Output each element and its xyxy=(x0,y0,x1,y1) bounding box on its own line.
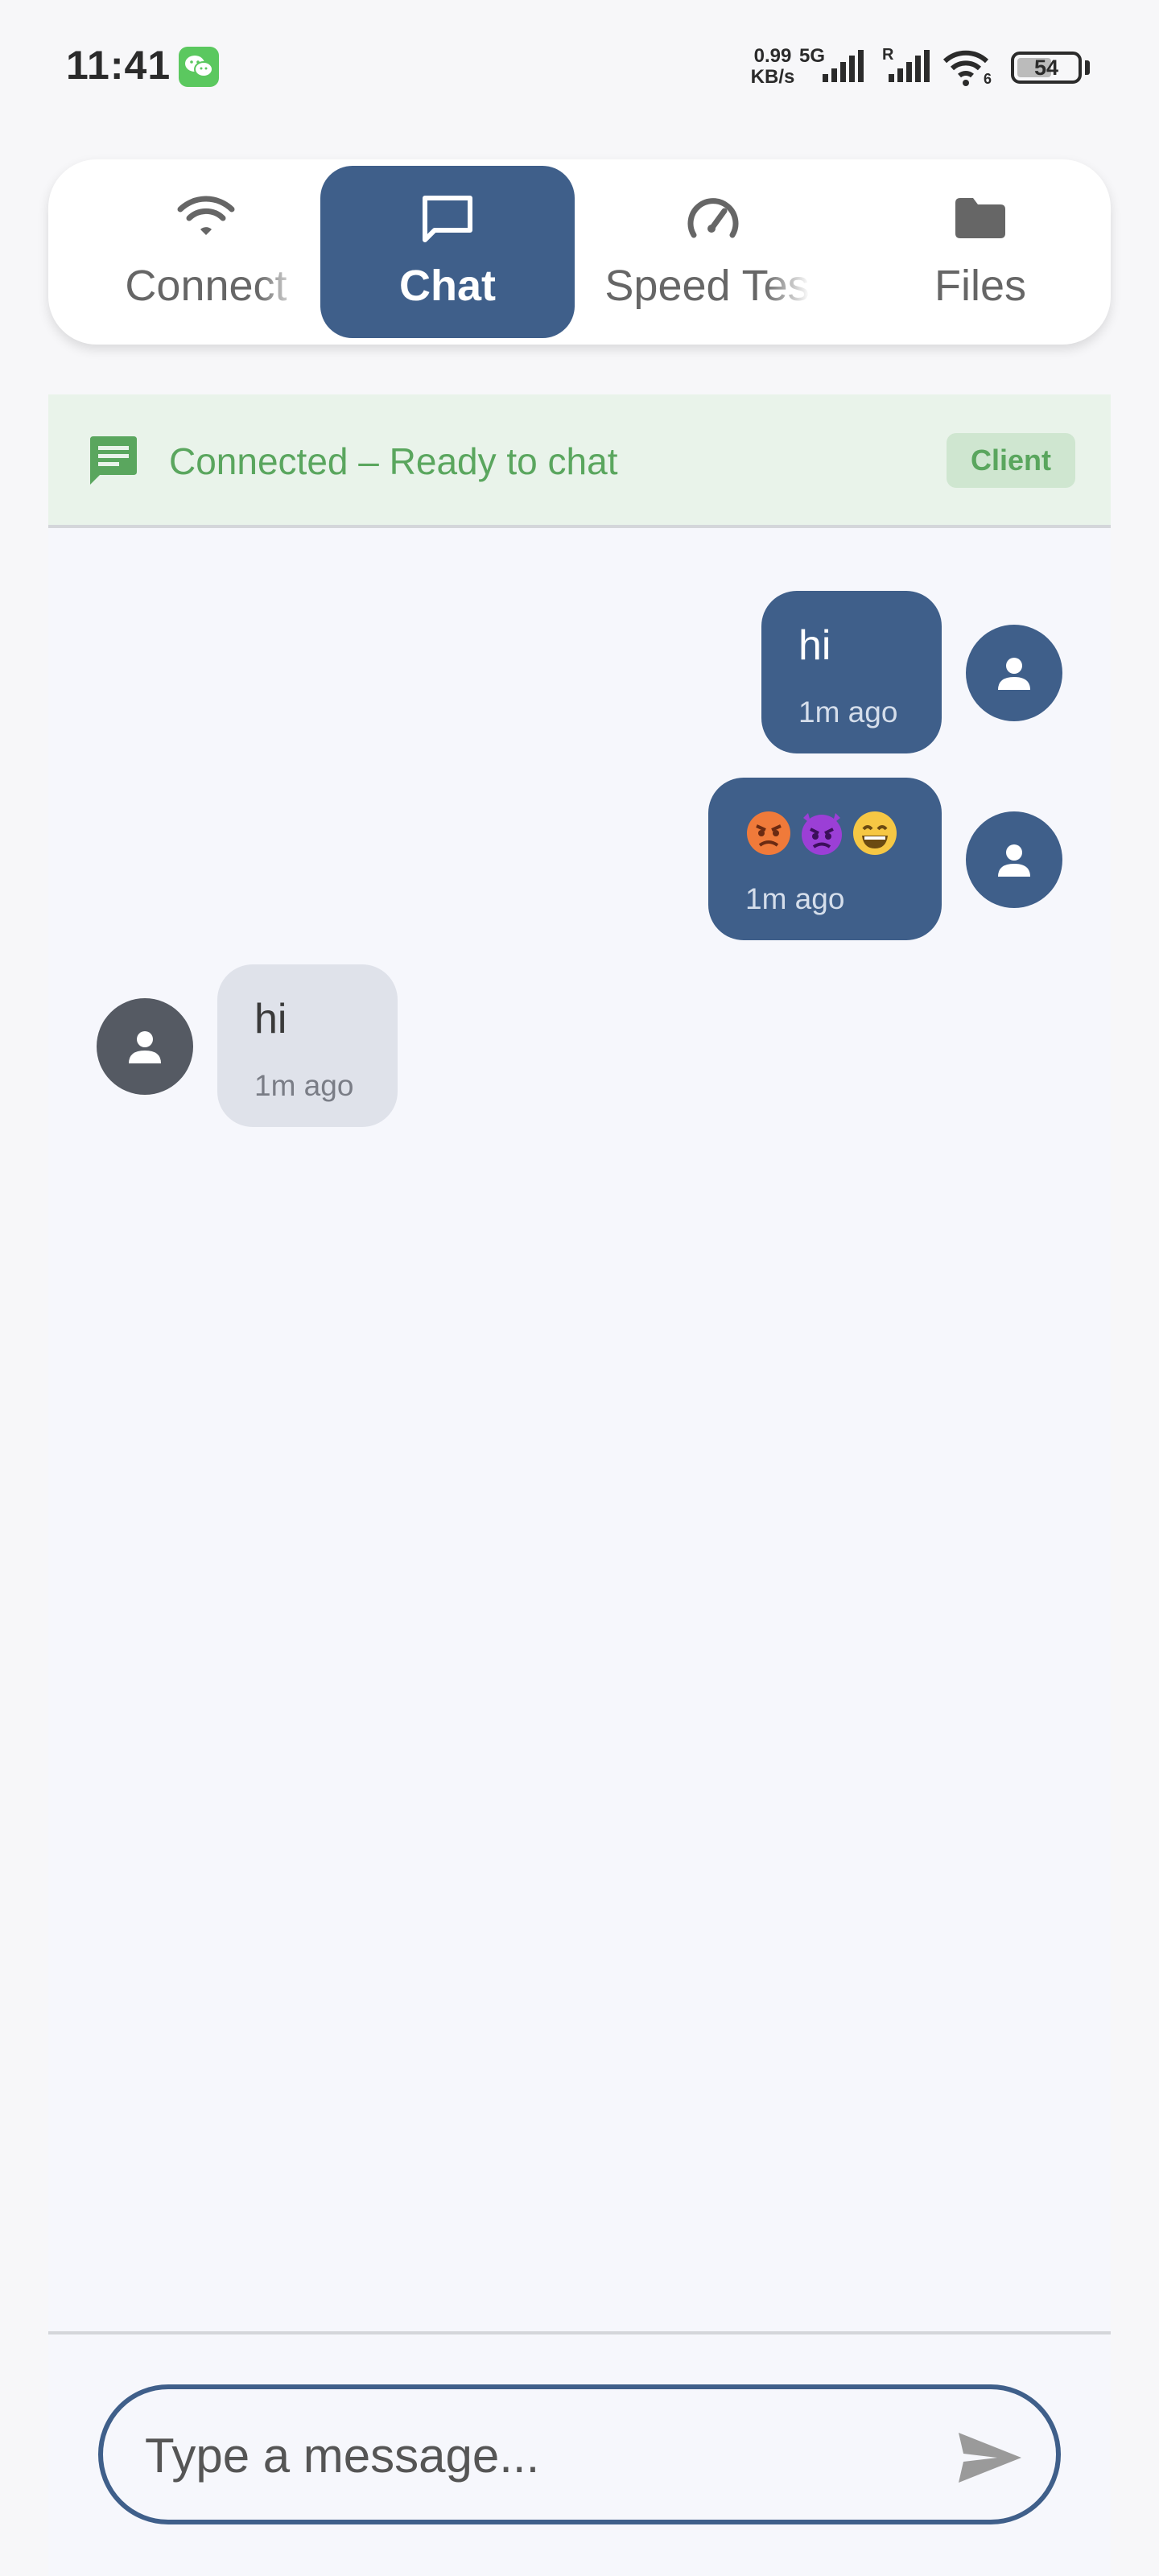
folder-icon xyxy=(955,198,1005,238)
message-time: 1m ago xyxy=(798,696,898,729)
connection-status-text: Connected – Ready to chat xyxy=(169,440,618,482)
message-time: 1m ago xyxy=(254,1069,354,1102)
status-bar: 11:41 0.99 KB/s 5G R 6 54 xyxy=(0,0,1159,137)
wifi-status-icon xyxy=(942,50,989,86)
message-emojis xyxy=(745,810,898,857)
chat-bubble-icon xyxy=(423,196,472,242)
wifi-version-label: 6 xyxy=(984,71,992,87)
message-bubble-sent[interactable]: hi 1m ago xyxy=(761,591,942,753)
tab-bar: Connect Chat Speed Test Files xyxy=(48,159,1111,345)
signal-strength-icon xyxy=(823,50,864,82)
network-speed: 0.99 KB/s xyxy=(750,45,795,88)
tab-files[interactable]: Files xyxy=(853,166,1107,338)
battery-level: 54 xyxy=(1033,56,1059,80)
message-composer xyxy=(48,2334,1111,2576)
message-text: hi xyxy=(254,996,287,1042)
wifi-icon xyxy=(177,196,235,235)
tab-speed-test[interactable]: Speed Test xyxy=(586,166,840,338)
battery-icon: 54 xyxy=(1011,52,1082,84)
signal-strength-secondary-icon xyxy=(889,50,930,82)
status-time: 11:41 xyxy=(66,43,171,88)
message-time: 1m ago xyxy=(745,882,845,915)
tab-files-label: Files xyxy=(934,262,1026,310)
message-bubble-sent[interactable]: 1m ago xyxy=(708,778,942,940)
angry-face-emoji-icon xyxy=(747,811,790,855)
speedometer-icon xyxy=(687,198,739,238)
avatar xyxy=(966,625,1062,721)
grinning-face-emoji-icon xyxy=(853,811,897,855)
message-icon xyxy=(90,436,137,485)
message-text: hi xyxy=(798,622,831,669)
tab-connect[interactable]: Connect xyxy=(79,166,333,338)
tab-speed-test-label: Speed Test xyxy=(604,262,822,310)
avatar xyxy=(966,811,1062,908)
tab-chat[interactable]: Chat xyxy=(320,166,575,338)
message-input[interactable] xyxy=(145,2418,918,2492)
wechat-notification-icon xyxy=(179,47,219,87)
send-button[interactable] xyxy=(950,2421,1030,2494)
battery-tip xyxy=(1085,60,1090,75)
message-bubble-received[interactable]: hi 1m ago xyxy=(217,964,398,1127)
role-badge: Client xyxy=(947,433,1075,488)
chat-panel: Connected – Ready to chat Client hi 1m a… xyxy=(48,394,1111,2334)
person-icon xyxy=(998,658,1030,690)
person-icon xyxy=(998,844,1030,877)
message-input-container xyxy=(98,2384,1061,2524)
avatar xyxy=(97,998,193,1095)
connection-status-banner: Connected – Ready to chat Client xyxy=(48,394,1111,528)
person-icon xyxy=(129,1031,161,1063)
devil-face-emoji-icon xyxy=(802,813,842,855)
send-icon xyxy=(959,2433,1021,2483)
tab-chat-label: Chat xyxy=(399,262,496,310)
tab-connect-label: Connect xyxy=(125,262,287,310)
